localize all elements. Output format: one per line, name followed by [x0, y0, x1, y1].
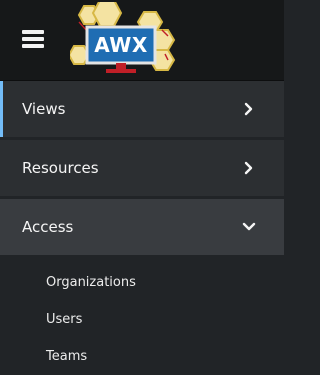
subnav-item-teams[interactable]: Teams — [0, 338, 284, 375]
hamburger-icon[interactable] — [22, 27, 46, 49]
subnav-item-label: Organizations — [46, 275, 136, 290]
chevron-right-icon — [244, 102, 253, 116]
masthead: AWX — [0, 0, 284, 81]
awx-logo[interactable]: AWX — [70, 2, 182, 78]
nav-item-label: Resources — [22, 159, 99, 177]
nav-item-views[interactable]: Views — [0, 81, 284, 140]
nav-item-label: Views — [22, 100, 66, 118]
access-subnav: Organizations Users Teams — [0, 258, 284, 375]
hamburger-bar — [22, 44, 44, 48]
subnav-item-label: Teams — [46, 349, 88, 364]
sidebar-nav: Views Resources Access Organizations Use… — [0, 81, 284, 375]
subnav-item-label: Users — [46, 312, 83, 327]
subnav-item-users[interactable]: Users — [0, 301, 284, 338]
logo-text: AWX — [94, 33, 148, 57]
nav-item-resources[interactable]: Resources — [0, 140, 284, 199]
hamburger-bar — [22, 37, 44, 41]
nav-item-label: Access — [22, 218, 74, 236]
chevron-down-icon — [242, 222, 256, 231]
hamburger-bar — [22, 30, 44, 34]
chevron-right-icon — [244, 161, 253, 175]
subnav-item-organizations[interactable]: Organizations — [0, 264, 284, 301]
app-window: AWX Views Resources Access Organizations — [0, 0, 284, 375]
nav-item-access[interactable]: Access — [0, 199, 284, 258]
